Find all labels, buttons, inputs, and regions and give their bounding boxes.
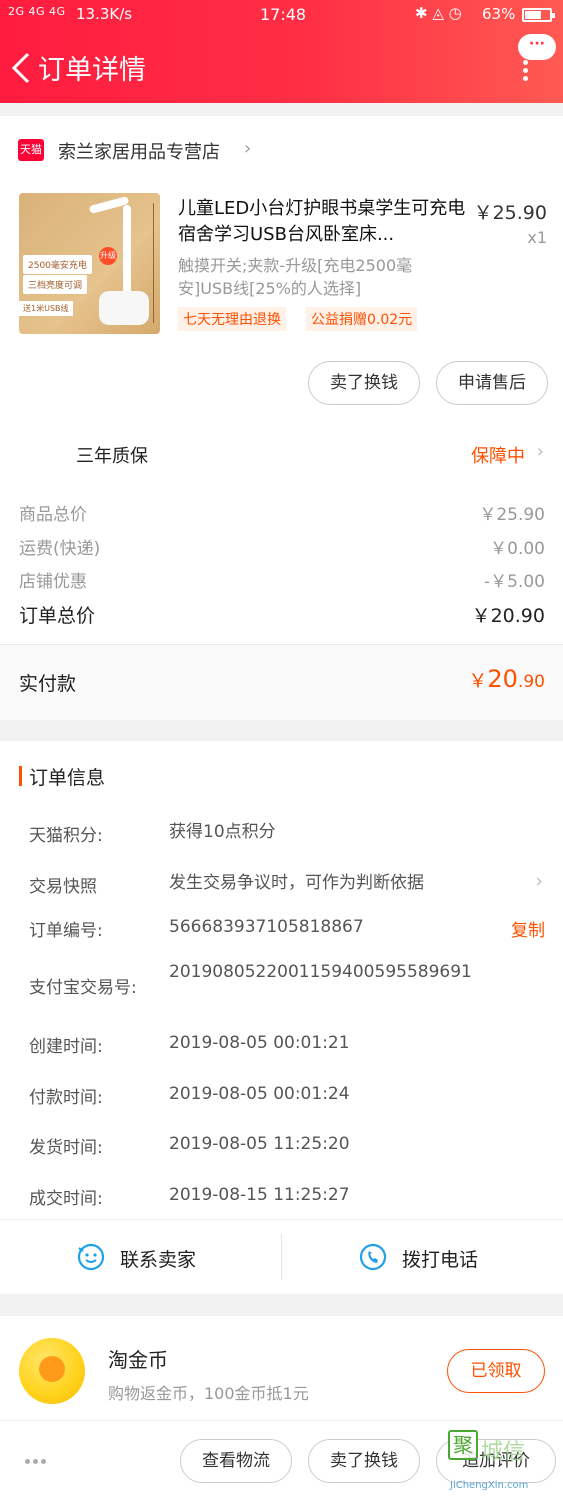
order-card: 天猫 索兰家居用品专营店 › 2500毫安充电 升级 三档亮度可调 送1米USB… [0, 116, 563, 720]
chevron-right-icon[interactable]: › [535, 870, 543, 892]
watermark-url: JiChengXin.com [450, 1480, 529, 1491]
back-arrow-icon[interactable] [8, 48, 38, 88]
coin-face [39, 1356, 65, 1382]
claimed-button[interactable]: 已领取 [447, 1349, 545, 1393]
taojinbi-card: 淘金币 购物返金币，100金币抵1元 已领取 [0, 1316, 563, 1420]
lamp-clip [99, 291, 149, 325]
info-value: 566683937105818867 [169, 917, 364, 937]
order-total-label: 订单总价 [19, 605, 96, 627]
warranty-status[interactable]: 保障中 [471, 442, 525, 468]
gold-coin-icon [19, 1338, 85, 1404]
paid-currency: ￥ [468, 670, 488, 692]
cost-row: 运费(快递) ￥0.00 [19, 534, 545, 559]
divider [281, 1234, 282, 1280]
chevron-right-icon[interactable]: › [537, 441, 544, 462]
info-value: 2019-08-15 11:25:27 [169, 1185, 350, 1205]
product-title[interactable]: 儿童LED小台灯护眼书桌学生可充电宿舍学习USB台风卧室床... [178, 196, 468, 248]
warranty-label[interactable]: 三年质保 [76, 442, 148, 468]
paid-decimal: .90 [517, 672, 545, 692]
info-key: 成交时间: [29, 1189, 103, 1209]
thumb-badge-upgrade: 升级 [99, 247, 117, 265]
net-speed: 13.3K/s [76, 5, 133, 23]
tag-return-policy: 七天无理由退换 [178, 307, 286, 331]
paid-label: 实付款 [19, 673, 77, 695]
product-thumbnail[interactable]: 2500毫安充电 升级 三档亮度可调 送1米USB线 [19, 193, 160, 334]
thumb-badge-usb: 送1米USB线 [19, 301, 73, 316]
info-key: 支付宝交易号: [29, 978, 137, 998]
status-time: 17:48 [260, 5, 307, 24]
info-value: 获得10点积分 [169, 822, 276, 842]
kebab-menu-icon[interactable] [522, 60, 530, 82]
battery-icon [522, 8, 555, 22]
info-key: 天猫积分: [29, 826, 103, 846]
watermark-logo: 聚 城信 JiChengXin.com [448, 1428, 563, 1500]
contact-bar: 联系卖家 拨打电话 [0, 1219, 563, 1294]
info-value: 2019-08-05 00:01:24 [169, 1084, 350, 1104]
info-value: 2019080522001159400595589691 [169, 962, 472, 982]
bluetooth-alarm-icon: ✱ ◬ ◷ [415, 4, 462, 22]
cost-value: ￥0.00 [490, 539, 545, 559]
cost-label: 店铺优惠 [19, 572, 87, 592]
chevron-right-icon[interactable]: › [244, 138, 251, 159]
info-key: 订单编号: [29, 921, 103, 941]
order-total-value: ￥20.90 [471, 605, 545, 627]
paid-integer: 20 [487, 665, 518, 693]
order-info-title: 订单信息 [29, 767, 106, 789]
cost-value: ￥25.90 [479, 505, 545, 525]
more-dots-icon[interactable] [25, 1449, 55, 1464]
dimension-line [153, 203, 154, 323]
cost-value: -￥5.00 [484, 572, 545, 592]
cost-label: 商品总价 [19, 505, 87, 525]
page-title: 订单详情 [38, 55, 146, 86]
info-key: 交易快照 [29, 877, 97, 897]
product-sku: 触摸开关;夹款-升级[充电2500毫安]USB线[25%的人选择] [178, 256, 413, 298]
call-phone-label: 拨打电话 [402, 1249, 479, 1271]
info-value: 发生交易争议时，可作为判断依据 [169, 873, 424, 893]
order-total-row: 订单总价 ￥20.90 [19, 601, 545, 628]
coin-subtitle: 购物返金币，100金币抵1元 [108, 1384, 309, 1403]
view-logistics-button[interactable]: 查看物流 [180, 1439, 292, 1483]
cost-row: 店铺优惠 -￥5.00 [19, 567, 545, 592]
watermark-box: 聚 [448, 1430, 478, 1460]
message-more-button[interactable]: ··· [518, 34, 556, 60]
coin-title: 淘金币 [108, 1348, 168, 1372]
tag-charity: 公益捐赠0.02元 [306, 307, 418, 331]
product-price: ￥25.90 [473, 202, 547, 224]
tmall-logo-icon: 天猫 [18, 139, 44, 161]
signal-icon: 2G 4G 4G [8, 5, 66, 18]
cost-row: 商品总价 ￥25.90 [19, 500, 545, 525]
after-sale-button[interactable]: 申请售后 [436, 361, 548, 405]
contact-seller-label: 联系卖家 [120, 1249, 197, 1271]
lamp-pole [123, 205, 131, 295]
info-key: 创建时间: [29, 1037, 103, 1057]
chat-bubble-icon [77, 1243, 105, 1271]
sell-button[interactable]: 卖了换钱 [308, 1439, 420, 1483]
info-key: 付款时间: [29, 1088, 103, 1108]
store-name[interactable]: 索兰家居用品专营店 [58, 138, 220, 164]
section-accent-bar [19, 766, 22, 786]
header-bar: 2G 4G 4G 13.3K/s 17:48 ✱ ◬ ◷ 63% 订单详情 ··… [0, 0, 563, 103]
thumb-badge-brightness: 三档亮度可调 [23, 275, 88, 294]
sell-button[interactable]: 卖了换钱 [308, 361, 420, 405]
watermark-text: 城信 [481, 1440, 526, 1465]
info-value: 2019-08-05 11:25:20 [169, 1134, 350, 1154]
paid-amount: ￥20.90 [468, 665, 545, 693]
info-key: 发货时间: [29, 1138, 103, 1158]
battery-percent: 63% [482, 5, 516, 23]
status-bar: 2G 4G 4G 13.3K/s 17:48 ✱ ◬ ◷ 63% [0, 0, 563, 30]
copy-button[interactable]: 复制 [511, 916, 545, 941]
thumb-badge-battery: 2500毫安充电 [23, 255, 92, 274]
cost-label: 运费(快递) [19, 539, 101, 559]
info-value: 2019-08-05 00:01:21 [169, 1033, 350, 1053]
phone-icon [359, 1243, 387, 1271]
product-quantity: x1 [527, 228, 547, 247]
order-info-card: 订单信息 天猫积分: 获得10点积分 交易快照 发生交易争议时，可作为判断依据 … [0, 741, 563, 1294]
